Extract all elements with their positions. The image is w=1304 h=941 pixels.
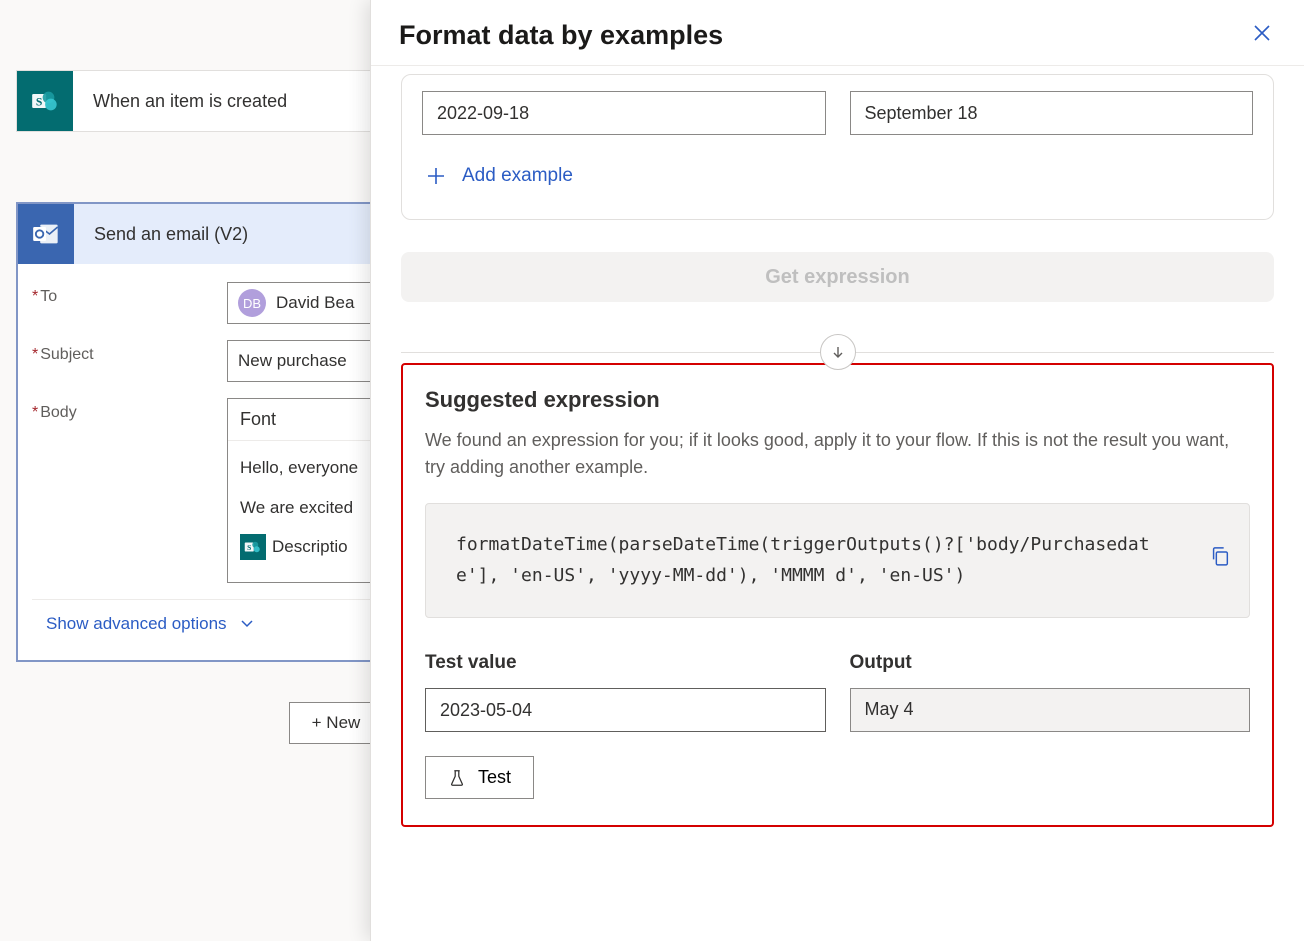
expression-text: formatDateTime(parseDateTime(triggerOutp…: [456, 534, 1150, 586]
format-data-panel: Format data by examples 2022-09-18 Septe…: [370, 0, 1304, 941]
action-title: Send an email (V2): [74, 224, 248, 245]
show-advanced-options[interactable]: Show advanced options: [46, 614, 255, 634]
output-value: May 4: [850, 688, 1251, 732]
close-icon: [1252, 23, 1272, 43]
svg-text:S: S: [247, 543, 251, 552]
copy-button[interactable]: [1209, 544, 1231, 577]
copy-icon: [1209, 544, 1231, 566]
outlook-icon: [32, 220, 60, 248]
svg-text:S: S: [36, 96, 42, 109]
expression-code: formatDateTime(parseDateTime(triggerOutp…: [425, 503, 1250, 618]
subject-label: *Subject: [32, 340, 227, 364]
sharepoint-icon: S: [31, 87, 59, 115]
person-avatar: DB: [238, 289, 266, 317]
arrow-down-badge[interactable]: [820, 334, 856, 370]
test-value-label: Test value: [425, 652, 826, 674]
outlook-icon-box: [18, 204, 74, 264]
plus-icon: [426, 166, 446, 186]
separator: [401, 334, 1274, 335]
person-name: David Bea: [276, 293, 354, 313]
get-expression-button[interactable]: Get expression: [401, 252, 1274, 302]
dynamic-token-description[interactable]: S Descriptio: [240, 534, 348, 560]
sharepoint-icon-box: S: [17, 71, 73, 131]
to-label: *To: [32, 282, 227, 306]
chevron-down-icon: [239, 616, 255, 632]
arrow-down-icon: [830, 344, 846, 360]
output-label: Output: [850, 652, 1251, 674]
example-output-value[interactable]: September 18: [850, 91, 1254, 135]
suggested-expression-card: Suggested expression We found an express…: [401, 363, 1274, 827]
beaker-icon: [448, 769, 466, 787]
test-button[interactable]: Test: [425, 756, 534, 799]
example-input-value[interactable]: 2022-09-18: [422, 91, 826, 135]
examples-card: 2022-09-18 September 18 Add example: [401, 74, 1274, 220]
add-example-button[interactable]: Add example: [422, 157, 577, 195]
close-button[interactable]: [1252, 23, 1272, 48]
panel-title: Format data by examples: [399, 20, 723, 51]
suggested-heading: Suggested expression: [425, 387, 1250, 413]
body-label: *Body: [32, 398, 227, 422]
test-value-input[interactable]: [425, 688, 826, 732]
trigger-title: When an item is created: [73, 91, 287, 112]
sharepoint-icon: S: [244, 538, 262, 556]
suggested-description: We found an expression for you; if it lo…: [425, 427, 1250, 481]
